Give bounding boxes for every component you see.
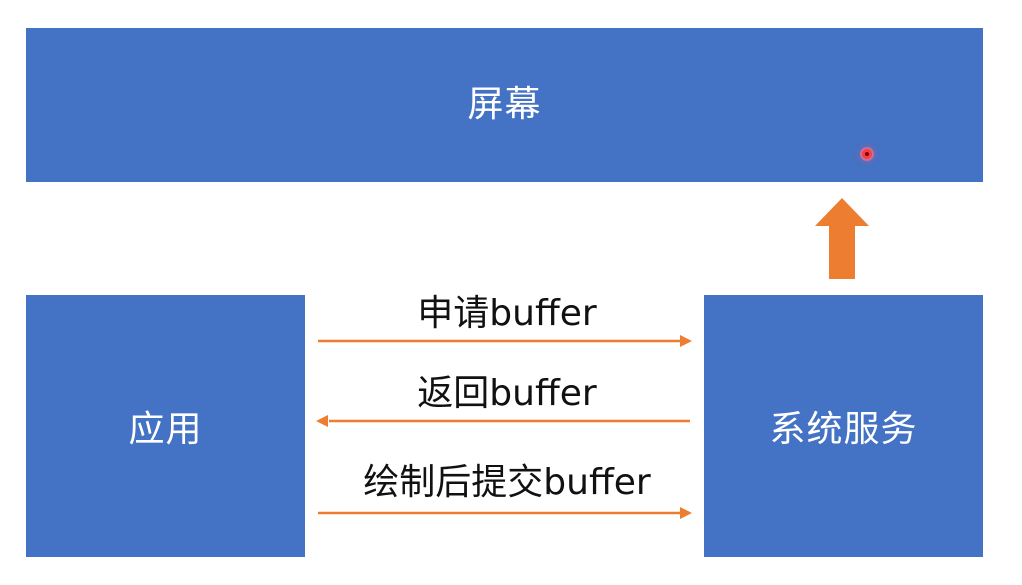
app-box: 应用 [26,295,305,557]
system-service-label: 系统服务 [769,409,918,450]
request-buffer-arrow [318,335,692,347]
request-buffer-label: 申请buffer [417,293,597,334]
system-service-box: 系统服务 [704,295,983,557]
return-buffer-arrow [316,415,690,427]
submit-buffer-arrow [318,507,692,519]
submit-buffer-label: 绘制后提交buffer [363,462,651,503]
return-buffer-label: 返回buffer [417,373,597,414]
screen-label: 屏幕 [467,84,542,125]
app-label: 应用 [128,409,203,450]
screen-box: 屏幕 [26,28,983,182]
laser-pointer-dot [862,149,872,159]
up-arrow-to-screen [815,198,869,279]
